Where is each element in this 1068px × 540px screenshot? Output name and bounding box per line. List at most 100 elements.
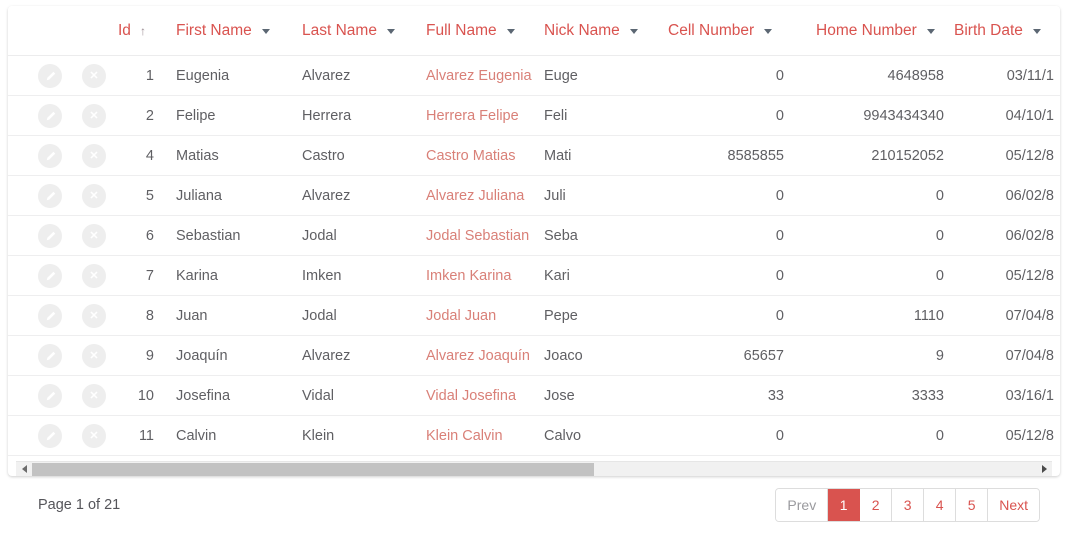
chevron-right-icon[interactable]	[1036, 462, 1052, 477]
pencil-icon	[46, 271, 55, 280]
table-row[interactable]: ✕ 5 Juliana Alvarez Alvarez Juliana Juli 0 0 06/…	[8, 176, 1060, 216]
pencil-icon	[46, 351, 55, 360]
table-row[interactable]: ✕ 4 Matias Castro Castro Matias Mati 8585855 21…	[8, 136, 1060, 176]
cell-first_name: Josefina	[176, 388, 231, 404]
cell-last_name: Alvarez	[302, 188, 351, 204]
cell-last_name: Vidal	[302, 388, 334, 404]
column-header-home_number[interactable]: Home Number	[816, 6, 935, 56]
delete-row-button[interactable]: ✕	[82, 224, 106, 248]
close-icon: ✕	[89, 189, 99, 202]
edit-row-button[interactable]	[38, 384, 62, 408]
table-row[interactable]: ✕ 7 Karina Imken Imken Karina Kari 0 0 05/12/8	[8, 256, 1060, 296]
cell-id: 10	[137, 388, 154, 404]
table-row[interactable]: ✕ 11 Calvin Klein Klein Calvin Calvo 0 0 05/12/8	[8, 416, 1060, 456]
column-header-first_name[interactable]: First Name	[176, 6, 270, 56]
cell-first_name: Juan	[176, 308, 208, 324]
cell-id: 1	[145, 68, 154, 84]
cell-birth_date: 07/04/8	[1005, 308, 1054, 324]
chevron-down-icon[interactable]	[764, 28, 773, 34]
edit-row-button[interactable]	[38, 224, 62, 248]
pager-page-2[interactable]: 2	[860, 489, 893, 521]
table-row[interactable]: ✕ 2 Felipe Herrera Herrera Felipe Feli 0 994343…	[8, 96, 1060, 136]
column-header-cell_number[interactable]: Cell Number	[668, 6, 773, 56]
cell-first_name: Felipe	[176, 108, 216, 124]
cell-cell_number: 0	[775, 268, 784, 284]
close-icon: ✕	[89, 69, 99, 82]
delete-row-button[interactable]: ✕	[82, 424, 106, 448]
chevron-left-icon[interactable]	[16, 462, 32, 477]
delete-row-button[interactable]: ✕	[82, 184, 106, 208]
cell-home_number: 210152052	[871, 148, 944, 164]
column-header-label: Id	[118, 22, 131, 39]
table-row[interactable]: ✕ 10 Josefina Vidal Vidal Josefina Jose 33 3333…	[8, 376, 1060, 416]
chevron-down-icon[interactable]	[926, 28, 935, 34]
delete-row-button[interactable]: ✕	[82, 104, 106, 128]
delete-row-button[interactable]: ✕	[82, 304, 106, 328]
data-grid-page: Id ↑ First Name Last Name Full Name Nick Name…	[0, 0, 1068, 540]
chevron-down-icon[interactable]	[629, 28, 638, 34]
column-header-birth_date[interactable]: Birth Date	[954, 6, 1041, 56]
scrollbar-thumb[interactable]	[32, 462, 595, 476]
chevron-down-icon[interactable]	[1032, 28, 1041, 34]
edit-row-button[interactable]	[38, 104, 62, 128]
cell-first_name: Sebastian	[176, 228, 241, 244]
cell-cell_number: 0	[775, 68, 784, 84]
cell-birth_date: 05/12/8	[1005, 268, 1054, 284]
table-row[interactable]: ✕ 6 Sebastian Jodal Jodal Sebastian Seba 0 0 06/…	[8, 216, 1060, 256]
chevron-down-icon[interactable]	[506, 28, 515, 34]
table-row[interactable]: ✕ 1 Eugenia Alvarez Alvarez Eugenia Euge 0 4648…	[8, 56, 1060, 96]
column-header-nick_name[interactable]: Nick Name	[544, 6, 638, 56]
edit-row-button[interactable]	[38, 424, 62, 448]
table-row[interactable]: ✕ 8 Juan Jodal Jodal Juan Pepe 0 1110 07/04/8	[8, 296, 1060, 336]
edit-row-button[interactable]	[38, 184, 62, 208]
cell-cell_number: 0	[775, 308, 784, 324]
cell-id: 4	[145, 148, 154, 164]
close-icon: ✕	[89, 149, 99, 162]
cell-home_number: 0	[935, 188, 944, 204]
cell-last_name: Imken	[302, 268, 342, 284]
pager-page-3[interactable]: 3	[892, 489, 925, 521]
pager-page-1[interactable]: 1	[828, 489, 861, 521]
cell-last_name: Alvarez	[302, 68, 351, 84]
edit-row-button[interactable]	[38, 344, 62, 368]
chevron-down-icon[interactable]	[386, 28, 395, 34]
delete-row-button[interactable]: ✕	[82, 344, 106, 368]
horizontal-scrollbar[interactable]	[16, 461, 1052, 476]
cell-nick_name: Calvo	[544, 428, 582, 444]
edit-row-button[interactable]	[38, 64, 62, 88]
page-info-label: Page 1 of 21	[38, 497, 121, 513]
cell-nick_name: Mati	[544, 148, 572, 164]
cell-birth_date: 04/10/1	[1005, 108, 1054, 124]
pager-page-5[interactable]: 5	[956, 489, 989, 521]
cell-cell_number: 0	[775, 108, 784, 124]
pager-next[interactable]: Next	[988, 489, 1039, 521]
delete-row-button[interactable]: ✕	[82, 64, 106, 88]
delete-row-button[interactable]: ✕	[82, 144, 106, 168]
pencil-icon	[46, 191, 55, 200]
close-icon: ✕	[89, 389, 99, 402]
cell-first_name: Eugenia	[176, 68, 230, 84]
table-row[interactable]: ✕ 9 Joaquín Alvarez Alvarez Joaquín Joaco 6565…	[8, 336, 1060, 376]
column-header-id[interactable]: Id ↑	[118, 6, 146, 56]
edit-row-button[interactable]	[38, 264, 62, 288]
scrollbar-track[interactable]	[32, 461, 1036, 476]
delete-row-button[interactable]: ✕	[82, 264, 106, 288]
cell-birth_date: 06/02/8	[1005, 188, 1054, 204]
edit-row-button[interactable]	[38, 304, 62, 328]
column-header-full_name[interactable]: Full Name	[426, 6, 515, 56]
cell-nick_name: Jose	[544, 388, 575, 404]
pager-page-4[interactable]: 4	[924, 489, 957, 521]
cell-birth_date: 06/02/8	[1005, 228, 1054, 244]
cell-full_name: Vidal Josefina	[426, 388, 517, 404]
edit-row-button[interactable]	[38, 144, 62, 168]
cell-last_name: Jodal	[302, 308, 337, 324]
column-header-label: Birth Date	[954, 22, 1023, 39]
chevron-down-icon[interactable]	[261, 28, 270, 34]
column-header-label: Nick Name	[544, 22, 620, 39]
column-header-last_name[interactable]: Last Name	[302, 6, 395, 56]
cell-birth_date: 05/12/8	[1005, 428, 1054, 444]
cell-nick_name: Joaco	[544, 348, 583, 364]
data-grid-card: Id ↑ First Name Last Name Full Name Nick Name…	[8, 6, 1060, 476]
cell-id: 5	[145, 188, 154, 204]
delete-row-button[interactable]: ✕	[82, 384, 106, 408]
